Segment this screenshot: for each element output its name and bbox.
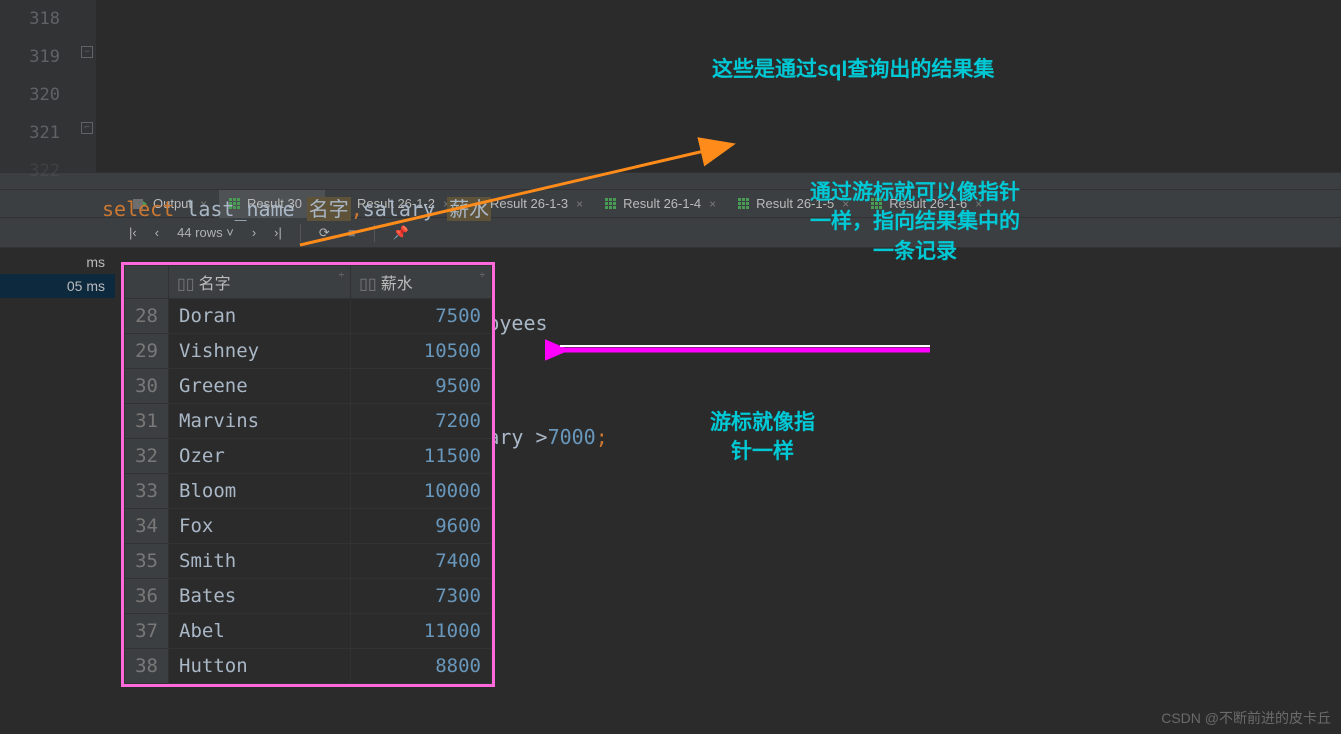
sql-number: 7000 <box>548 425 596 449</box>
line-number: 319 <box>0 38 60 76</box>
column-icon: ▯▯ <box>177 276 195 293</box>
cell-name[interactable]: Hutton <box>169 649 351 684</box>
table-row[interactable]: 30Greene9500 <box>125 369 492 404</box>
cell-name[interactable]: Smith <box>169 544 351 579</box>
cell-salary[interactable]: 9600 <box>351 509 492 544</box>
table-row[interactable]: 34Fox9600 <box>125 509 492 544</box>
cell-name[interactable]: Marvins <box>169 404 351 439</box>
line-number: 320 <box>0 76 60 114</box>
sql-identifier: salary <box>363 197 435 221</box>
cell-salary[interactable]: 9500 <box>351 369 492 404</box>
row-number-header[interactable] <box>125 266 169 299</box>
row-number-cell[interactable]: 37 <box>125 614 169 649</box>
cell-salary[interactable]: 8800 <box>351 649 492 684</box>
cell-name[interactable]: Doran <box>169 299 351 334</box>
table-row[interactable]: 38Hutton8800 <box>125 649 492 684</box>
line-number: 318 <box>0 0 60 38</box>
table-row[interactable]: 35Smith7400 <box>125 544 492 579</box>
row-number-cell[interactable]: 28 <box>125 299 169 334</box>
cell-salary[interactable]: 11500 <box>351 439 492 474</box>
cell-name[interactable]: Bloom <box>169 474 351 509</box>
row-number-cell[interactable]: 30 <box>125 369 169 404</box>
cell-name[interactable]: Fox <box>169 509 351 544</box>
cell-name[interactable]: Vishney <box>169 334 351 369</box>
row-number-cell[interactable]: 36 <box>125 579 169 614</box>
cell-salary[interactable]: 7500 <box>351 299 492 334</box>
cell-name[interactable]: Bates <box>169 579 351 614</box>
line-gutter: 318 319 320 321 322 <box>0 0 78 172</box>
code-editor[interactable]: 318 319 320 321 322 − ⌐ select last_name… <box>0 0 1341 172</box>
table-row[interactable]: 36Bates7300 <box>125 579 492 614</box>
row-number-cell[interactable]: 32 <box>125 439 169 474</box>
watermark-text: CSDN @不断前进的皮卡丘 <box>1161 708 1331 728</box>
sidebar-label: ms <box>0 250 115 274</box>
annotation-text: 这些是通过sql查询出的结果集 <box>712 55 994 84</box>
sql-alias: 薪水 <box>447 197 491 221</box>
table-row[interactable]: 37Abel11000 <box>125 614 492 649</box>
column-icon: ▯▯ <box>359 276 377 293</box>
code-content[interactable]: select last_name 名字,salary 薪水 from emplo… <box>96 0 1341 172</box>
row-number-cell[interactable]: 35 <box>125 544 169 579</box>
annotation-text: 通过游标就可以像指针 一样，指向结果集中的 一条记录 <box>810 178 1020 266</box>
row-number-cell[interactable]: 31 <box>125 404 169 439</box>
execution-sidebar: ms 05 ms <box>0 250 115 298</box>
table-row[interactable]: 29Vishney10500 <box>125 334 492 369</box>
sidebar-item-selected[interactable]: 05 ms <box>0 274 115 298</box>
fold-end-icon[interactable]: ⌐ <box>81 122 93 134</box>
row-number-cell[interactable]: 33 <box>125 474 169 509</box>
cell-salary[interactable]: 10000 <box>351 474 492 509</box>
results-table: ▯▯名字÷ ▯▯薪水÷ 28Doran750029Vishney1050030G… <box>124 265 492 684</box>
line-number: 321 <box>0 114 60 152</box>
line-number: 322 <box>0 152 60 190</box>
table-row[interactable]: 32Ozer11500 <box>125 439 492 474</box>
cell-salary[interactable]: 7300 <box>351 579 492 614</box>
cell-name[interactable]: Greene <box>169 369 351 404</box>
cell-name[interactable]: Ozer <box>169 439 351 474</box>
table-row[interactable]: 28Doran7500 <box>125 299 492 334</box>
sort-icon[interactable]: ÷ <box>480 270 486 281</box>
sql-identifier: last_name <box>186 197 294 221</box>
fold-start-icon[interactable]: − <box>81 46 93 58</box>
sort-icon[interactable]: ÷ <box>339 270 345 281</box>
table-row[interactable]: 31Marvins7200 <box>125 404 492 439</box>
sql-keyword: select <box>102 197 174 221</box>
fold-column: − ⌐ <box>78 0 96 172</box>
cell-name[interactable]: Abel <box>169 614 351 649</box>
row-number-cell[interactable]: 29 <box>125 334 169 369</box>
row-number-cell[interactable]: 38 <box>125 649 169 684</box>
results-grid[interactable]: ▯▯名字÷ ▯▯薪水÷ 28Doran750029Vishney1050030G… <box>121 262 495 687</box>
cell-salary[interactable]: 10500 <box>351 334 492 369</box>
stop-button[interactable]: ■ <box>344 223 360 242</box>
column-header-name[interactable]: ▯▯名字÷ <box>169 266 351 299</box>
table-row[interactable]: 33Bloom10000 <box>125 474 492 509</box>
sql-alias: 名字 <box>307 197 351 221</box>
cell-salary[interactable]: 7200 <box>351 404 492 439</box>
cell-salary[interactable]: 11000 <box>351 614 492 649</box>
column-header-salary[interactable]: ▯▯薪水÷ <box>351 266 492 299</box>
cell-salary[interactable]: 7400 <box>351 544 492 579</box>
annotation-text: 游标就像指 针一样 <box>710 408 815 467</box>
row-number-cell[interactable]: 34 <box>125 509 169 544</box>
